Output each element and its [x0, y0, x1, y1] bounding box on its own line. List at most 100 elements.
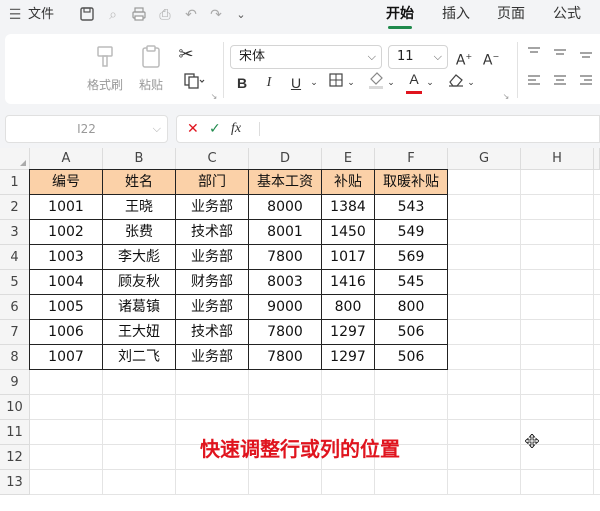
decrease-font-icon[interactable]: A− [480, 46, 502, 69]
confirm-icon[interactable]: ✓ [209, 120, 221, 138]
tab-home[interactable]: 开始 [386, 0, 414, 30]
copy-icon[interactable] [177, 72, 211, 94]
table-cell[interactable]: 1001 [30, 195, 103, 220]
table-cell[interactable]: 1002 [30, 220, 103, 245]
table-cell[interactable]: 1004 [30, 270, 103, 295]
table-cell[interactable]: 506 [375, 320, 448, 345]
row-header[interactable]: 7 [0, 320, 30, 345]
name-box[interactable]: I22 ⌵ [5, 115, 168, 143]
table-cell[interactable]: 543 [375, 195, 448, 220]
table-cell[interactable]: 7800 [249, 320, 322, 345]
column-header[interactable]: G [448, 148, 521, 170]
chevron-down-icon[interactable]: ⌄ [425, 72, 435, 94]
tab-insert[interactable]: 插入 [442, 0, 470, 30]
table-cell[interactable]: 业务部 [176, 295, 249, 320]
table-cell[interactable]: 技术部 [176, 320, 249, 345]
table-cell[interactable]: 刘二飞 [103, 345, 176, 370]
underline-button[interactable]: U [285, 72, 307, 94]
formula-bar[interactable]: ✕ ✓ fx [176, 115, 600, 143]
table-cell[interactable]: 李大彪 [103, 245, 176, 270]
table-cell[interactable]: 王大妞 [103, 320, 176, 345]
table-cell[interactable]: 1003 [30, 245, 103, 270]
table-cell[interactable]: 506 [375, 345, 448, 370]
clear-format-icon[interactable] [445, 72, 467, 94]
row-header[interactable]: 4 [0, 245, 30, 270]
font-size-select[interactable]: 11 ⌵ [388, 45, 448, 69]
cut-icon[interactable]: ✂ [175, 44, 197, 66]
table-cell[interactable]: 1416 [322, 270, 375, 295]
chevron-down-icon[interactable]: ⌄ [386, 72, 396, 94]
table-cell[interactable]: 技术部 [176, 220, 249, 245]
align-right-icon[interactable] [575, 72, 597, 94]
column-header[interactable]: F [375, 148, 448, 170]
table-header-cell[interactable]: 编号 [30, 170, 103, 195]
italic-button[interactable]: I [258, 72, 280, 94]
table-cell[interactable]: 800 [322, 295, 375, 320]
font-color-button[interactable]: A [403, 68, 425, 94]
table-cell[interactable]: 8000 [249, 195, 322, 220]
table-cell[interactable]: 诸葛镇 [103, 295, 176, 320]
table-cell[interactable]: 1017 [322, 245, 375, 270]
increase-font-icon[interactable]: A+ [453, 46, 475, 69]
align-left-icon[interactable] [523, 72, 545, 94]
tab-page[interactable]: 页面 [497, 0, 525, 30]
save-icon[interactable] [78, 6, 96, 24]
undo-icon[interactable]: ↶ [182, 6, 200, 24]
row-header[interactable]: 1 [0, 170, 30, 195]
row-header[interactable]: 9 [0, 370, 30, 395]
chevron-down-icon[interactable]: ⌵ [153, 116, 161, 142]
format-painter-button[interactable]: 格式刷 [83, 42, 127, 98]
print-preview-icon[interactable]: ⎙ [156, 6, 174, 24]
row-header[interactable]: 13 [0, 470, 30, 495]
table-header-cell[interactable]: 补贴 [322, 170, 375, 195]
select-all-corner[interactable] [0, 148, 30, 170]
cancel-icon[interactable]: ✕ [187, 120, 199, 138]
borders-icon[interactable] [325, 72, 347, 94]
table-cell[interactable]: 1007 [30, 345, 103, 370]
font-name-select[interactable]: 宋体 ⌵ [230, 45, 382, 69]
table-cell[interactable]: 业务部 [176, 245, 249, 270]
clipboard-expand-icon[interactable]: ↘ [209, 92, 219, 102]
redo-icon[interactable]: ↷ [207, 6, 225, 24]
table-cell[interactable]: 业务部 [176, 345, 249, 370]
row-header[interactable]: 2 [0, 195, 30, 220]
table-header-cell[interactable]: 基本工资 [249, 170, 322, 195]
table-cell[interactable]: 7800 [249, 345, 322, 370]
row-header[interactable]: 8 [0, 345, 30, 370]
chevron-down-icon[interactable]: ⌄ [346, 72, 356, 94]
align-bottom-icon[interactable] [575, 44, 597, 66]
table-cell[interactable]: 财务部 [176, 270, 249, 295]
insert-function-button[interactable]: fx [231, 120, 241, 138]
table-cell[interactable]: 549 [375, 220, 448, 245]
row-header[interactable]: 10 [0, 395, 30, 420]
row-header[interactable]: 3 [0, 220, 30, 245]
table-cell[interactable]: 1005 [30, 295, 103, 320]
table-cell[interactable]: 9000 [249, 295, 322, 320]
table-cell[interactable]: 1006 [30, 320, 103, 345]
table-cell[interactable]: 800 [375, 295, 448, 320]
tab-formula[interactable]: 公式 [553, 0, 581, 30]
table-cell[interactable]: 1384 [322, 195, 375, 220]
print-icon[interactable] [130, 6, 148, 24]
table-cell[interactable]: 业务部 [176, 195, 249, 220]
table-cell[interactable]: 顾友秋 [103, 270, 176, 295]
align-top-icon[interactable] [523, 44, 545, 66]
table-cell[interactable]: 7800 [249, 245, 322, 270]
column-header[interactable]: H [521, 148, 594, 170]
file-menu[interactable]: 文件 [28, 0, 54, 30]
align-center-icon[interactable] [549, 72, 571, 94]
row-header[interactable]: 5 [0, 270, 30, 295]
row-header[interactable]: 6 [0, 295, 30, 320]
table-cell[interactable]: 1297 [322, 320, 375, 345]
table-header-cell[interactable]: 姓名 [103, 170, 176, 195]
fill-color-icon[interactable] [365, 70, 387, 92]
table-cell[interactable]: 1297 [322, 345, 375, 370]
table-cell[interactable]: 8003 [249, 270, 322, 295]
table-cell[interactable]: 545 [375, 270, 448, 295]
column-header[interactable]: D [249, 148, 322, 170]
table-cell[interactable]: 569 [375, 245, 448, 270]
column-header[interactable]: C [176, 148, 249, 170]
format-brush-icon[interactable]: ⌕ [104, 6, 122, 24]
chevron-down-icon[interactable]: ⌄ [466, 72, 476, 94]
column-header[interactable]: B [103, 148, 176, 170]
